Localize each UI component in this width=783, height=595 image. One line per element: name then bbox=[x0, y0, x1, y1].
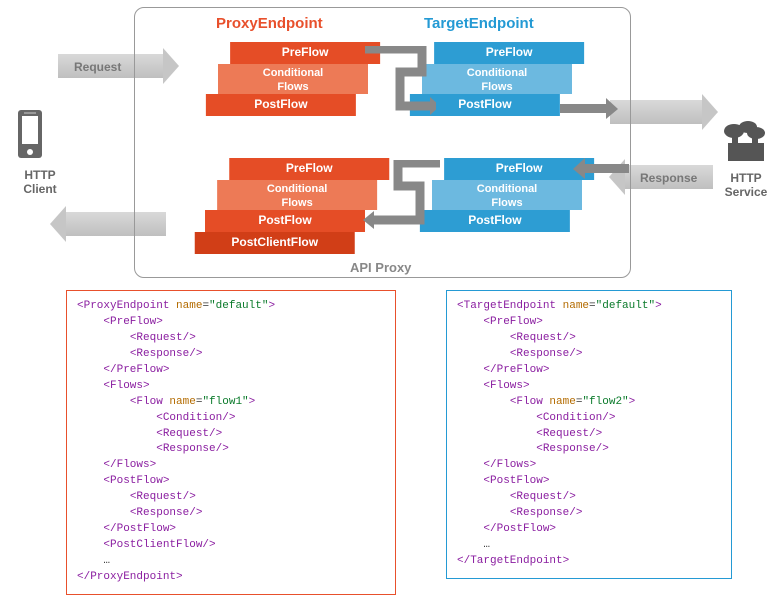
target-endpoint-title: TargetEndpoint bbox=[424, 15, 534, 32]
flow-arrow-in bbox=[573, 158, 629, 180]
preflow-label: PreFlow bbox=[230, 42, 380, 64]
flow-arrow-out bbox=[560, 98, 620, 120]
service-label: HTTP Service bbox=[716, 171, 776, 199]
api-proxy-label: API Proxy bbox=[350, 260, 411, 275]
response-label: Response bbox=[640, 171, 697, 185]
postclientflow-label: PostClientFlow bbox=[195, 232, 355, 254]
postflow-label: PostFlow bbox=[205, 210, 365, 232]
request-label: Request bbox=[74, 60, 121, 74]
proxy-endpoint-code: <ProxyEndpoint name="default"> <PreFlow>… bbox=[66, 290, 396, 595]
client-label: HTTP Client bbox=[10, 168, 70, 196]
target-endpoint-code: <TargetEndpoint name="default"> <PreFlow… bbox=[446, 290, 732, 579]
proxy-endpoint-title: ProxyEndpoint bbox=[216, 15, 323, 32]
preflow-label: PreFlow bbox=[444, 158, 594, 180]
conditional-flows-label: Conditional Flows bbox=[477, 180, 538, 211]
conditional-flows-label: Conditional Flows bbox=[267, 180, 328, 211]
service-icon: HTTP Service bbox=[716, 115, 776, 199]
conditional-flows-label: Conditional Flows bbox=[467, 64, 528, 95]
postflow-label: PostFlow bbox=[206, 94, 356, 116]
client-icon: HTTP Client bbox=[10, 108, 70, 196]
flow-arrow-top bbox=[360, 46, 436, 120]
flow-arrow-bottom bbox=[360, 160, 446, 234]
conditional-flows-label: Conditional Flows bbox=[263, 64, 324, 95]
preflow-label: PreFlow bbox=[434, 42, 584, 64]
